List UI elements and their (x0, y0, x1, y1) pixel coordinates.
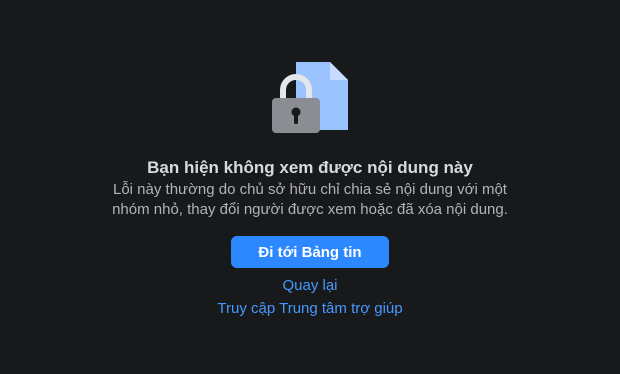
error-description: Lỗi này thường do chủ sở hữu chỉ chia sẻ… (112, 181, 508, 218)
content-unavailable-panel: Bạn hiện không xem được nội dung này Lỗi… (0, 0, 620, 374)
locked-document-icon (272, 62, 348, 133)
go-to-feed-button[interactable]: Đi tới Bảng tin (231, 236, 389, 268)
back-link[interactable]: Quay lại (282, 276, 337, 296)
error-title: Bạn hiện không xem được nội dung này (147, 158, 473, 177)
help-center-link[interactable]: Truy cập Trung tâm trợ giúp (217, 299, 402, 319)
document-fold (330, 62, 348, 80)
